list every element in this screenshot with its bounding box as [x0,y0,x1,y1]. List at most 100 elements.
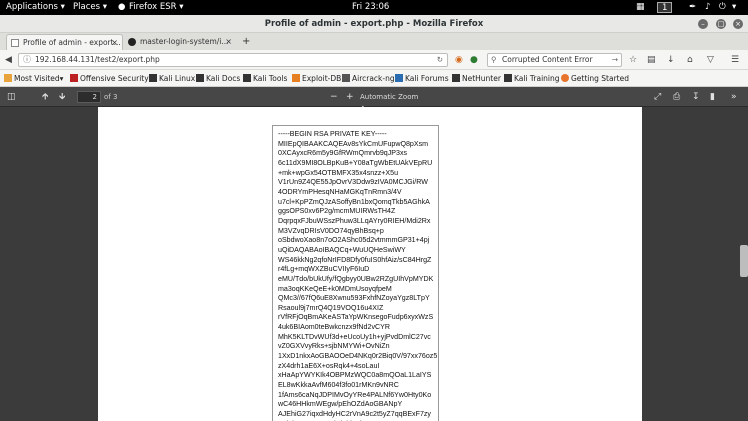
pdf-page: -----BEGIN RSA PRIVATE KEY----- MIIEpQIBA… [98,107,642,421]
power-icon[interactable]: ⏻ [719,0,726,15]
bookmark-nethunter[interactable]: NetHunter [452,70,501,87]
bookmark-exploit-db[interactable]: Exploit-DB [292,70,341,87]
bookmark-kali-linux[interactable]: Kali Linux [149,70,195,87]
back-icon[interactable]: ◀ [5,53,12,67]
key-line: EL8wKkkaAvfM604f3fo01rMKn9vNRC [278,381,399,390]
window-title: Profile of admin - export.php - Mozilla … [264,19,484,29]
search-go-icon[interactable]: → [612,54,618,66]
pdf-toolbar: ◫ 🡱 🡳 2 of 3 − + Automatic Zoom ↕ ⤢ ⎙ ↧ … [0,87,748,113]
pen-icon[interactable]: ✒ [689,0,696,15]
bookmark-offensive-security[interactable]: Offensive Security [70,70,149,87]
key-line: M3VZvqDRIsV0DO74qyBhBsq+p [278,226,384,235]
firefox-logo-icon: ● [118,2,126,12]
download-icon[interactable]: ↓ [667,53,675,67]
scrollbar-thumb[interactable] [740,245,748,277]
search-value: Corrupted Content Error [502,55,593,64]
key-line: DqrpqxFJbuWSszPhuw3LLqAYry0RIEH/Mdi2Rx [278,216,431,225]
bookmark-most-visited[interactable]: Most Visited▾ [4,70,63,87]
bookmark-kali-docs[interactable]: Kali Docs [196,70,240,87]
minimize-button[interactable]: – [698,19,708,29]
private-key-text: -----BEGIN RSA PRIVATE KEY----- MIIEpQIBA… [272,125,439,421]
hamburger-menu-icon[interactable]: ☰ [731,53,739,67]
bookmark-getting-started[interactable]: Getting Started [561,70,629,87]
search-icon: ⚲ [491,55,497,64]
key-line: oSbdwoXao8n7oO2AShc05d2vtmmmGP31+4pj [278,236,430,245]
key-line: wC46HHkmWEgw/pEhOZdAoGBANpY [278,400,403,409]
kali-icon [196,74,204,82]
foxyproxy-icon[interactable]: ◉ [455,53,463,67]
bookmark-kali-forums[interactable]: Kali Forums [395,70,449,87]
search-bar[interactable]: ⚲ Corrupted Content Error → [487,53,622,67]
key-line: rVfRFjOqBmAKeASTaYpWKnsegoFudp6xyxWzS [278,313,434,322]
key-line: +mk+wpGx54OTBMFX35x4snzz+X5u [278,168,399,177]
key-line: xHaApYWYKIk4OBPMzWQC0a8mQOaL1LaIYS [278,371,432,380]
key-line: Rsaoul9j7mrQ4Q19VOQ16u4XIZ [278,303,384,312]
key-line: 1fAms6caNqJDPIMvOyYRe4PALNf6Yw0Hty0Ko [278,390,432,399]
library-icon[interactable]: ▤ [647,53,656,67]
workspace-indicator[interactable]: 1 [657,2,673,13]
vertical-scrollbar[interactable] [740,107,748,421]
key-line: AJEhiG27iqxdHdyHC2rVnA9c2t5yZ7qqBExF7zy [278,410,431,419]
next-page-icon[interactable]: 🡳 [59,90,65,104]
reload-icon[interactable]: ↻ [437,54,443,66]
presentation-mode-icon[interactable]: ⤢ [654,90,661,104]
key-line: V1rUn9Z4QE55JpOvrV3Ddw9zIVA0MCJGi/RW [278,178,428,187]
key-line: vZ0GXVvyRks+sjbNMYWi+OvNiZn [278,342,390,351]
tab-label: master-login-system/i... [140,37,229,46]
clock[interactable]: Fri 23:06 [352,0,389,15]
bookmark-kali-tools[interactable]: Kali Tools [243,70,287,87]
offsec-icon [70,74,78,82]
key-line: ma3oqKKeQeE+k0MDmUsoyqfpeM [278,284,392,293]
new-tab-button[interactable]: + [240,34,254,50]
bookmark-star-icon[interactable]: ☆ [629,53,637,67]
tab-export[interactable]: Profile of admin - export... × [6,34,123,50]
firefox-icon [561,74,569,82]
page-icon [11,39,19,47]
places-menu[interactable]: Places ▾ [73,0,107,15]
applications-menu[interactable]: Applications ▾ [6,0,65,15]
pdf-viewer[interactable]: -----BEGIN RSA PRIVATE KEY----- MIIEpQIBA… [0,107,748,421]
key-line: r4fLg+mqWXZBuCVIIyF6IuD [278,265,370,274]
close-tab-icon[interactable]: × [111,35,118,50]
page-count: of 3 [104,93,118,101]
home-icon[interactable]: ⌂ [687,53,693,67]
tab-label: Profile of admin - export... [23,38,121,47]
firefox-esr-menu[interactable]: Firefox ESR ▾ [129,0,183,15]
key-line: 6c11dX9MI8OLBpKuB+Y08aTgWbEtUAkVEpRU [278,158,433,167]
print-icon[interactable]: ⎙ [673,90,680,104]
system-top-bar: Applications ▾ Places ▾ ● Firefox ESR ▾ … [0,0,748,15]
bookmark-aircrack-ng[interactable]: Aircrack-ng [342,70,395,87]
zoom-in-button[interactable]: + [346,90,354,104]
chevron-down-icon[interactable]: ▾ [732,0,736,15]
key-line: 0XCAyxcR6m5y9GfRWmQmrvb9qJP3xs [278,149,408,158]
bookmark-view-icon[interactable]: ▮ [710,90,715,104]
kali-icon [149,74,157,82]
tab-github[interactable]: master-login-system/i... × [124,34,236,50]
url-text: 192.168.44.131/test2/export.php [35,55,160,64]
maximize-button[interactable]: □ [716,19,726,29]
forums-icon [395,74,403,82]
close-tab-icon[interactable]: × [225,34,232,50]
info-icon[interactable]: ⓘ [23,54,31,66]
zoom-select[interactable]: Automatic Zoom ↕ [360,91,424,113]
previous-page-icon[interactable]: 🡱 [42,90,48,104]
keyboard-icon[interactable]: ▦ [636,0,645,15]
extension-icon[interactable]: ● [470,53,478,67]
tab-strip: Profile of admin - export... × master-lo… [0,33,748,50]
page-number-input[interactable]: 2 [77,91,101,103]
key-line: eMU/Tdo/bUkUfy/fQgbyy0UBw2RZgUIhVpMYDK [278,274,434,283]
key-line: zX4drh1aE6X+osRqk4+4soLauI [278,361,380,370]
pocket-icon[interactable]: ▽ [707,53,714,67]
sidebar-toggle-icon[interactable]: ◫ [7,90,16,104]
volume-icon[interactable]: ♪ [705,0,710,15]
url-bar[interactable]: ⓘ 192.168.44.131/test2/export.php ↻ [18,53,448,67]
close-window-button[interactable]: × [733,19,743,29]
aircrack-icon [342,74,350,82]
key-line: 4uk6BIAom0teBwkcnzx9fNd2vCYR [278,323,390,332]
bookmark-kali-training[interactable]: Kali Training [504,70,560,87]
tools-chevron-icon[interactable]: » [731,90,737,104]
download-pdf-icon[interactable]: ↧ [692,90,700,104]
bookmarks-toolbar: Most Visited▾ Offensive Security Kali Li… [0,70,748,87]
zoom-out-button[interactable]: − [330,90,338,104]
key-line: uQiDAQABAoIBAQCq+WuUQHeSwiWY [278,245,406,254]
